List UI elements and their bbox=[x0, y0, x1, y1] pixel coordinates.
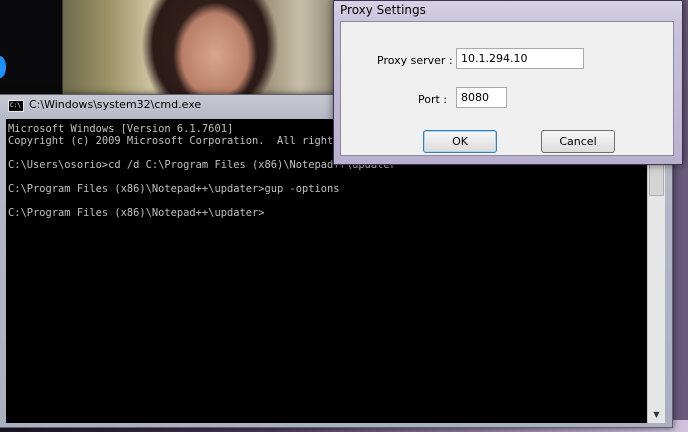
port-input[interactable] bbox=[456, 87, 507, 108]
port-label: Port : bbox=[418, 93, 448, 106]
proxy-server-input[interactable] bbox=[456, 48, 584, 69]
cancel-button[interactable]: Cancel bbox=[541, 130, 615, 153]
cmd-window-title: C:\Windows\system32\cmd.exe bbox=[29, 98, 202, 111]
cmd-icon: C:\ bbox=[8, 100, 24, 112]
scroll-down-icon[interactable]: ▼ bbox=[648, 406, 665, 423]
console-line: Microsoft Windows [Version 6.1.7601] bbox=[8, 123, 234, 135]
proxy-server-label: Proxy server : bbox=[377, 54, 453, 67]
dialog-title: Proxy Settings bbox=[340, 3, 426, 17]
proxy-settings-dialog[interactable]: Proxy Settings Proxy server : Port : OK … bbox=[333, 0, 683, 165]
ok-button[interactable]: OK bbox=[423, 130, 497, 153]
console-line: C:\Program Files (x86)\Notepad++\updater… bbox=[8, 207, 265, 219]
console-line: C:\Program Files (x86)\Notepad++\updater… bbox=[8, 183, 340, 195]
dialog-body: Proxy server : Port : OK Cancel bbox=[340, 21, 674, 156]
